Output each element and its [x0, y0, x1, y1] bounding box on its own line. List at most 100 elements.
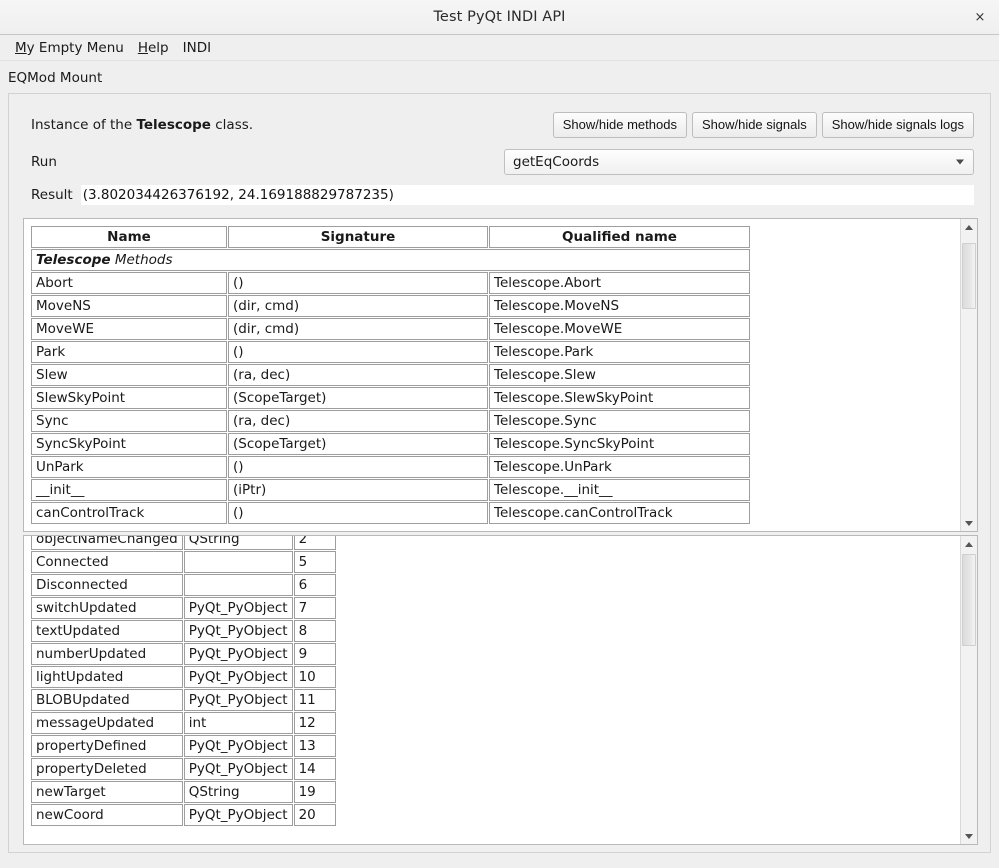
method-signature: ()	[228, 456, 488, 478]
table-row[interactable]: numberUpdated PyQt_PyObject 9	[31, 643, 336, 665]
signal-name: lightUpdated	[31, 666, 183, 688]
method-qualified-name: Telescope.Park	[489, 341, 750, 363]
table-row[interactable]: textUpdated PyQt_PyObject 8	[31, 620, 336, 642]
menu-label-indi: INDI	[182, 39, 212, 56]
method-qualified-name: Telescope.Slew	[489, 364, 750, 386]
triangle-up-icon	[965, 541, 973, 547]
show-hide-signals-logs-button[interactable]: Show/hide signals logs	[821, 112, 974, 138]
methods-scroll-area: Name Signature Qualified name Telescope …	[23, 218, 978, 532]
signal-name: numberUpdated	[31, 643, 183, 665]
table-row[interactable]: MoveWE (dir, cmd) Telescope.MoveWE	[31, 318, 750, 340]
table-row[interactable]: propertyDefined PyQt_PyObject 13	[31, 735, 336, 757]
menu-item-my-empty-menu[interactable]: My Empty Menu	[8, 38, 131, 58]
show-hide-methods-button[interactable]: Show/hide methods	[552, 112, 687, 138]
table-row[interactable]: Abort() Telescope.Abort	[31, 272, 750, 294]
signal-type: QString	[183, 781, 293, 803]
methods-table-viewport: Name Signature Qualified name Telescope …	[24, 219, 960, 531]
signal-index: 19	[293, 781, 336, 803]
result-label: Result	[31, 186, 73, 203]
table-row[interactable]: Slew (ra, dec) Telescope.Slew	[31, 364, 750, 386]
method-signature: (ScopeTarget)	[228, 433, 488, 455]
scroll-up-button[interactable]	[961, 219, 977, 235]
method-qualified-name: Telescope.Abort	[489, 272, 750, 294]
signals-table-viewport: objectNameChanged QString 2 Connected 5 Dis…	[24, 536, 960, 844]
signal-name: newTarget	[31, 781, 183, 803]
method-name: SlewSkyPoint	[31, 387, 227, 409]
method-signature: (ra, dec)	[228, 410, 488, 432]
signals-vertical-scrollbar[interactable]	[960, 536, 977, 844]
table-row[interactable]: BLOBUpdated PyQt_PyObject 11	[31, 689, 336, 711]
signal-index: 8	[293, 620, 336, 642]
methods-table: Name Signature Qualified name Telescope …	[30, 225, 751, 525]
signal-index: 12	[293, 712, 336, 734]
method-qualified-name: Telescope.MoveWE	[489, 318, 750, 340]
triangle-up-icon	[965, 224, 973, 230]
result-row: Result (3.802034426376192, 24.1691888297…	[9, 175, 990, 205]
methods-vertical-scrollbar[interactable]	[960, 219, 977, 531]
scroll-up-button[interactable]	[961, 536, 977, 552]
table-row[interactable]: SlewSkyPoint (ScopeTarget) Telescope.SlewS…	[31, 387, 750, 409]
methods-section-class: Telescope	[36, 252, 111, 268]
instance-class-name: Telescope	[136, 116, 211, 133]
table-row[interactable]: objectNameChanged QString 2	[31, 536, 336, 550]
table-row[interactable]: switchUpdated PyQt_PyObject 7	[31, 597, 336, 619]
show-hide-signals-button[interactable]: Show/hide signals	[691, 112, 817, 138]
instance-prefix: Instance of the	[31, 116, 137, 133]
method-signature: (iPtr)	[228, 479, 488, 501]
method-qualified-name: Telescope.SyncSkyPoint	[489, 433, 750, 455]
menu-item-help[interactable]: Help	[131, 38, 176, 58]
window-title: Test PyQt INDI API	[433, 9, 566, 25]
method-signature: (ScopeTarget)	[228, 387, 488, 409]
scroll-down-button[interactable]	[961, 515, 977, 531]
signal-index: 20	[293, 804, 336, 826]
table-row[interactable]: UnPark() Telescope.UnPark	[31, 456, 750, 478]
table-row[interactable]: canControlTrack() Telescope.canControlTra…	[31, 502, 750, 524]
table-row[interactable]: lightUpdated PyQt_PyObject 10	[31, 666, 336, 688]
run-method-select[interactable]: getEqCoords	[504, 148, 974, 175]
table-row[interactable]: MoveNS (dir, cmd) Telescope.MoveNS	[31, 295, 750, 317]
table-row[interactable]: newCoord PyQt_PyObject 20	[31, 804, 336, 826]
table-row[interactable]: Disconnected 6	[31, 574, 336, 596]
table-row[interactable]: __init__ (iPtr) Telescope.__init__	[31, 479, 750, 501]
signal-type	[183, 574, 293, 596]
run-row: Run getEqCoords	[9, 138, 990, 175]
methods-table-body: Telescope Methods Abort() Telescope.Abort…	[31, 249, 750, 524]
signal-index: 2	[293, 536, 336, 550]
menu-label-help: elp	[147, 39, 169, 56]
method-signature: (ra, dec)	[228, 364, 488, 386]
signal-index: 10	[293, 666, 336, 688]
instance-description: Instance of the Telescope class.	[31, 117, 253, 133]
table-row[interactable]: messageUpdated int 12	[31, 712, 336, 734]
table-row[interactable]: newTarget QString 19	[31, 781, 336, 803]
method-name: __init__	[31, 479, 227, 501]
method-name: MoveNS	[31, 295, 227, 317]
signal-index: 14	[293, 758, 336, 780]
methods-header-signature[interactable]: Signature	[228, 226, 488, 248]
toggle-button-group: Show/hide methods Show/hide signals Show…	[552, 112, 974, 138]
signal-type: PyQt_PyObject	[183, 666, 293, 688]
menu-item-indi[interactable]: INDI	[176, 38, 218, 58]
menu-label-my-empty-menu: y Empty Menu	[26, 39, 124, 56]
method-name: Park	[31, 341, 227, 363]
close-icon[interactable]: ×	[969, 6, 991, 28]
table-row[interactable]: Connected 5	[31, 551, 336, 573]
menubar: My Empty Menu Help INDI	[0, 35, 999, 61]
method-signature: ()	[228, 502, 488, 524]
signal-type: PyQt_PyObject	[183, 804, 293, 826]
table-row[interactable]: propertyDeleted PyQt_PyObject 14	[31, 758, 336, 780]
method-signature: ()	[228, 272, 488, 294]
table-row[interactable]: SyncSkyPoint (ScopeTarget) Telescope.SyncS…	[31, 433, 750, 455]
table-row[interactable]: Park() Telescope.Park	[31, 341, 750, 363]
signal-name: objectNameChanged	[31, 536, 183, 550]
scroll-down-button[interactable]	[961, 828, 977, 844]
signal-name: messageUpdated	[31, 712, 183, 734]
table-row[interactable]: Sync (ra, dec) Telescope.Sync	[31, 410, 750, 432]
scrollbar-thumb[interactable]	[962, 554, 976, 646]
methods-header-name[interactable]: Name	[31, 226, 227, 248]
scrollbar-thumb[interactable]	[962, 243, 976, 309]
methods-header-qualified-name[interactable]: Qualified name	[489, 226, 750, 248]
method-signature: (dir, cmd)	[228, 295, 488, 317]
signals-table: objectNameChanged QString 2 Connected 5 Dis…	[30, 536, 337, 827]
methods-section-label: Telescope Methods	[31, 249, 750, 271]
instance-row: Instance of the Telescope class. Show/hi…	[9, 94, 990, 138]
